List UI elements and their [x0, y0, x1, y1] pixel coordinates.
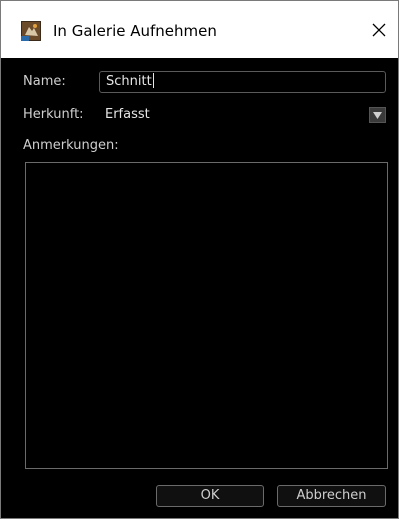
dialog-window: In Galerie Aufnehmen Name: Schnitt Herku…	[0, 0, 399, 519]
gallery-app-icon	[21, 21, 41, 41]
ok-button[interactable]: OK	[156, 485, 264, 507]
close-icon	[371, 22, 387, 42]
notes-textarea[interactable]	[25, 162, 388, 469]
origin-select[interactable]: Erfasst	[99, 105, 388, 125]
notes-label: Anmerkungen:	[23, 138, 119, 153]
text-caret	[152, 73, 154, 88]
origin-selected-value: Erfasst	[105, 107, 150, 122]
chevron-down-icon[interactable]	[369, 107, 386, 123]
name-value: Schnitt	[106, 74, 152, 89]
close-button[interactable]	[361, 15, 397, 49]
title-bar[interactable]: In Galerie Aufnehmen	[1, 1, 398, 58]
origin-label: Herkunft:	[23, 107, 84, 122]
cancel-button[interactable]: Abbrechen	[277, 485, 386, 507]
dialog-body: Name: Schnitt Herkunft: Erfasst Anmerkun…	[1, 58, 398, 518]
window-title: In Galerie Aufnehmen	[53, 22, 217, 40]
name-field[interactable]: Schnitt	[99, 71, 386, 93]
name-label: Name:	[23, 74, 66, 89]
